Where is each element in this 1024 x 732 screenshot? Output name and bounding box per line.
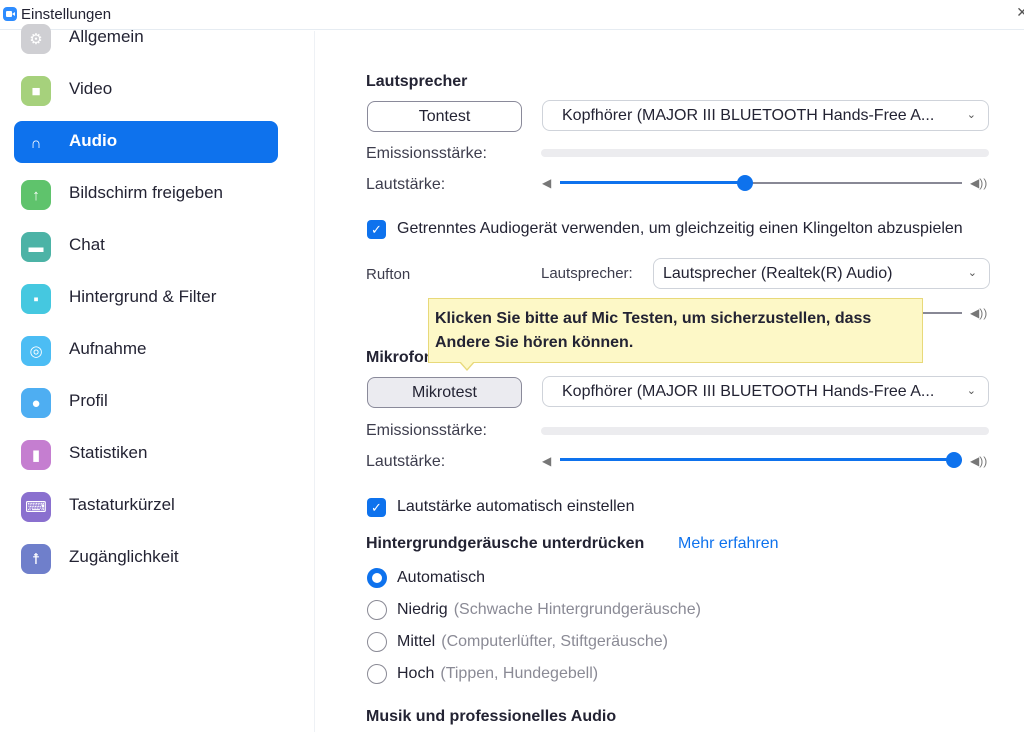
mic-test-tooltip: Klicken Sie bitte auf Mic Testen, um sic… [428, 298, 923, 363]
sidebar-item-statistiken[interactable]: ▮ Statistiken [14, 433, 278, 475]
ringtone-label: Rufton [366, 266, 411, 283]
microphone-input-level-meter [541, 427, 989, 435]
microphone-volume-label: Lautstärke: [366, 453, 446, 470]
separate-audio-device-checkbox[interactable]: ✓ [367, 220, 386, 239]
noise-option-name: Automatisch [397, 569, 486, 586]
sidebar-item-profil[interactable]: ● Profil [14, 381, 278, 423]
slider-fill [560, 458, 954, 461]
speaker-volume-label: Lautstärke: [366, 176, 446, 193]
share-screen-icon: ↑ [21, 180, 51, 210]
slider-thumb[interactable] [945, 452, 962, 468]
sidebar-item-tastaturkürzel[interactable]: ⌨ Tastaturkürzel [14, 485, 278, 527]
close-icon[interactable]: ✕ [1016, 4, 1024, 21]
auto-adjust-volume-checkbox[interactable]: ✓ [367, 498, 386, 517]
tooltip-arrow [459, 361, 475, 371]
background-person-icon: ▪ [21, 284, 51, 314]
statistics-icon: ▮ [21, 440, 51, 470]
sidebar-item-label: Tastaturkürzel [69, 495, 175, 514]
volume-high-icon: ◀)) [970, 176, 988, 190]
volume-high-icon: ◀)) [970, 454, 988, 468]
record-icon: ◎ [21, 336, 51, 366]
microphone-device-value: Kopfhörer (MAJOR III BLUETOOTH Hands-Fre… [562, 383, 935, 400]
sidebar-item-label: Audio [69, 131, 118, 150]
sidebar-item-label: Statistiken [69, 443, 148, 462]
video-camera-icon: ■ [21, 76, 51, 106]
ringtone-speaker-label: Lautsprecher: [541, 265, 633, 282]
speaker-device-select[interactable]: Kopfhörer (MAJOR III BLUETOOTH Hands-Fre… [542, 100, 989, 131]
tooltip-line-1: Klicken Sie bitte auf Mic Testen, um sic… [435, 310, 872, 327]
sidebar: ⚙ Allgemein ■ Video ∩ Audio ↑ Bildschirm freige… [0, 24, 315, 732]
sidebar-item-label: Allgemein [69, 27, 144, 46]
ringtone-device-value: Lautsprecher (Realtek(R) Audio) [663, 265, 893, 282]
noise-option-name: Mittel [397, 633, 436, 650]
noise-suppression-title: Hintergrundgeräusche unterdrücken [366, 535, 645, 552]
tooltip-line-2: Andere Sie hören können. [435, 334, 634, 351]
music-audio-section-title: Musik und professionelles Audio [366, 708, 617, 725]
auto-adjust-volume-label: Lautstärke automatisch einstellen [397, 498, 635, 515]
noise-option-radio[interactable] [367, 632, 387, 652]
volume-high-icon: ◀)) [970, 306, 988, 320]
sidebar-item-label: Profil [69, 391, 108, 410]
chevron-down-icon: ⌄ [966, 109, 976, 121]
noise-option-radio[interactable] [367, 664, 387, 684]
noise-option-hint: (Schwache Hintergrundgeräusche) [453, 601, 701, 618]
keyboard-icon: ⌨ [21, 492, 51, 522]
noise-option-label: Hoch (Tippen, Hundegebell) [397, 665, 598, 683]
noise-option-label: Niedrig (Schwache Hintergrundgeräusche) [397, 601, 701, 619]
sidebar-item-audio[interactable]: ∩ Audio [14, 121, 278, 163]
volume-low-icon: ◀ [542, 176, 552, 190]
sidebar-item-video[interactable]: ■ Video [14, 69, 278, 111]
slider-thumb[interactable] [736, 175, 753, 191]
chevron-down-icon: ⌄ [967, 267, 977, 279]
sidebar-item-label: Video [69, 79, 113, 98]
volume-low-icon: ◀ [542, 454, 552, 468]
noise-option-name: Hoch [397, 665, 435, 682]
speaker-output-level-label: Emissionsstärke: [366, 145, 487, 162]
noise-option-name: Niedrig [397, 601, 448, 618]
sidebar-item-bildschirm-freigeben[interactable]: ↑ Bildschirm freigeben [14, 173, 278, 215]
accessibility-icon: ☨ [21, 544, 51, 574]
gear-icon: ⚙ [21, 24, 51, 54]
sidebar-item-label: Bildschirm freigeben [69, 183, 224, 202]
noise-option-radio[interactable] [367, 600, 387, 620]
microphone-volume-slider[interactable] [560, 452, 962, 468]
noise-option-radio[interactable] [367, 568, 387, 588]
sidebar-item-allgemein[interactable]: ⚙ Allgemein [14, 17, 278, 59]
sidebar-item-chat[interactable]: ▬ Chat [14, 225, 278, 267]
sidebar-item-label: Aufnahme [69, 339, 147, 358]
speaker-volume-slider[interactable] [560, 175, 962, 191]
ringtone-device-select[interactable]: Lautsprecher (Realtek(R) Audio) ⌄ [653, 258, 990, 289]
microphone-section-title: Mikrofon [366, 349, 434, 366]
test-microphone-button[interactable]: Mikrotest [367, 377, 522, 408]
noise-option-hint: (Tippen, Hundegebell) [440, 665, 599, 682]
microphone-device-select[interactable]: Kopfhörer (MAJOR III BLUETOOTH Hands-Fre… [542, 376, 989, 407]
sidebar-item-aufnahme[interactable]: ◎ Aufnahme [14, 329, 278, 371]
sidebar-item-zugänglichkeit[interactable]: ☨ Zugänglichkeit [14, 537, 278, 579]
sidebar-item-label: Hintergrund & Filter [69, 287, 217, 306]
sidebar-item-label: Chat [69, 235, 105, 254]
speaker-device-value: Kopfhörer (MAJOR III BLUETOOTH Hands-Fre… [562, 107, 935, 124]
chevron-down-icon: ⌄ [966, 385, 976, 397]
speaker-section-title: Lautsprecher [366, 73, 468, 90]
test-speaker-button[interactable]: Tontest [367, 101, 522, 132]
speaker-output-level-meter [541, 149, 989, 157]
noise-option-label: Automatisch [397, 569, 485, 587]
noise-option-label: Mittel (Computerlüfter, Stiftgeräusche) [397, 633, 668, 651]
audio-settings-panel: Lautsprecher Tontest Kopfhörer (MAJOR II… [316, 31, 1024, 732]
slider-fill [560, 181, 745, 184]
sidebar-item-hintergrund-filter[interactable]: ▪ Hintergrund & Filter [14, 277, 278, 319]
headphones-icon: ∩ [30, 134, 42, 152]
microphone-input-level-label: Emissionsstärke: [366, 422, 487, 439]
separate-audio-device-label: Getrenntes Audiogerät verwenden, um glei… [397, 220, 963, 237]
noise-option-hint: (Computerlüfter, Stiftgeräusche) [441, 633, 668, 650]
chat-bubble-icon: ▬ [21, 232, 51, 262]
sidebar-item-label: Zugänglichkeit [69, 547, 179, 566]
learn-more-link[interactable]: Mehr erfahren [678, 535, 779, 553]
profile-icon: ● [21, 388, 51, 418]
